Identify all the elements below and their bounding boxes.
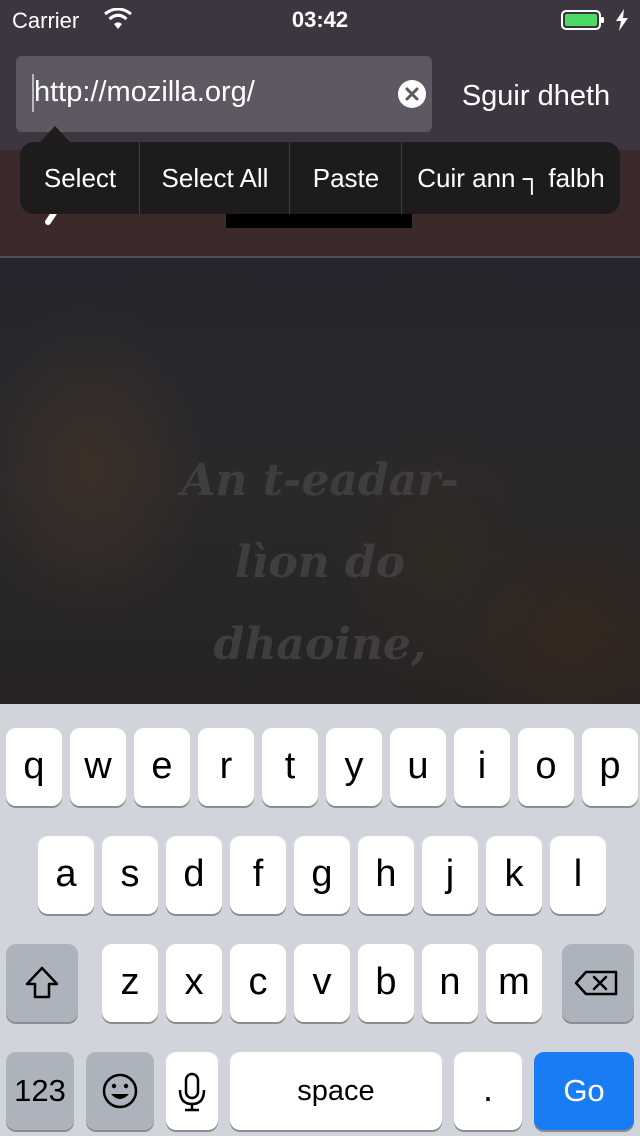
cancel-button[interactable]: Sguir dheth: [446, 74, 626, 118]
key-s[interactable]: s: [102, 836, 158, 914]
go-button[interactable]: Go: [534, 1052, 634, 1130]
key-w[interactable]: w: [70, 728, 126, 806]
status-bar: Carrier 03:42: [0, 0, 640, 40]
key-b[interactable]: b: [358, 944, 414, 1022]
clear-circle-icon[interactable]: [398, 80, 426, 108]
microphone-icon: [178, 1072, 206, 1112]
edit-menu-arrow: [40, 126, 70, 142]
period-key[interactable]: .: [454, 1052, 522, 1130]
edit-menu: Select Select All Paste Cuir ann ┐ falbh: [20, 142, 620, 214]
key-g[interactable]: g: [294, 836, 350, 914]
shift-key[interactable]: [6, 944, 78, 1022]
key-u[interactable]: u: [390, 728, 446, 806]
key-o[interactable]: o: [518, 728, 574, 806]
menu-item-select-all[interactable]: Select All: [140, 142, 290, 214]
key-m[interactable]: m: [486, 944, 542, 1022]
key-v[interactable]: v: [294, 944, 350, 1022]
dictation-key[interactable]: [166, 1052, 218, 1130]
key-z[interactable]: z: [102, 944, 158, 1022]
hero-heading-line: dhaoine,: [213, 619, 427, 670]
menu-item-paste[interactable]: Paste: [290, 142, 402, 214]
emoji-key[interactable]: [86, 1052, 154, 1130]
key-y[interactable]: y: [326, 728, 382, 806]
key-e[interactable]: e: [134, 728, 190, 806]
key-p[interactable]: p: [582, 728, 638, 806]
key-n[interactable]: n: [422, 944, 478, 1022]
key-r[interactable]: r: [198, 728, 254, 806]
key-x[interactable]: x: [166, 944, 222, 1022]
charging-icon: [616, 9, 628, 31]
battery-icon: [561, 10, 604, 30]
space-key[interactable]: space: [230, 1052, 442, 1130]
clear-x-glyph: [399, 81, 425, 107]
menu-item-paste-and-go[interactable]: Cuir ann ┐ falbh: [402, 142, 620, 214]
key-d[interactable]: d: [166, 836, 222, 914]
key-h[interactable]: h: [358, 836, 414, 914]
shift-icon: [25, 966, 59, 999]
menu-item-select[interactable]: Select: [20, 142, 140, 214]
status-time: 03:42: [291, 7, 349, 32]
text-caret: [32, 74, 34, 112]
url-input[interactable]: http://mozilla.org/: [16, 56, 432, 132]
key-t[interactable]: t: [262, 728, 318, 806]
backspace-icon: [574, 970, 618, 996]
key-q[interactable]: q: [6, 728, 62, 806]
key-a[interactable]: a: [38, 836, 94, 914]
key-c[interactable]: c: [230, 944, 286, 1022]
hero-image: An t-eadar- lìon do dhaoine,: [0, 258, 640, 704]
key-f[interactable]: f: [230, 836, 286, 914]
hero-heading-line: lìon do: [234, 537, 406, 588]
key-l[interactable]: l: [550, 836, 606, 914]
delete-key[interactable]: [562, 944, 634, 1022]
key-i[interactable]: i: [454, 728, 510, 806]
key-k[interactable]: k: [486, 836, 542, 914]
emoji-icon: [102, 1073, 138, 1109]
hero-heading: An t-eadar- lìon do dhaoine,: [120, 440, 520, 686]
key-j[interactable]: j: [422, 836, 478, 914]
numbers-key[interactable]: 123: [6, 1052, 74, 1130]
url-text[interactable]: http://mozilla.org/: [34, 76, 255, 109]
keyboard: qwertyuiop asdfghjkl zxcvbnm 123 space .…: [0, 704, 640, 1136]
hero-heading-line: An t-eadar-: [181, 455, 459, 506]
